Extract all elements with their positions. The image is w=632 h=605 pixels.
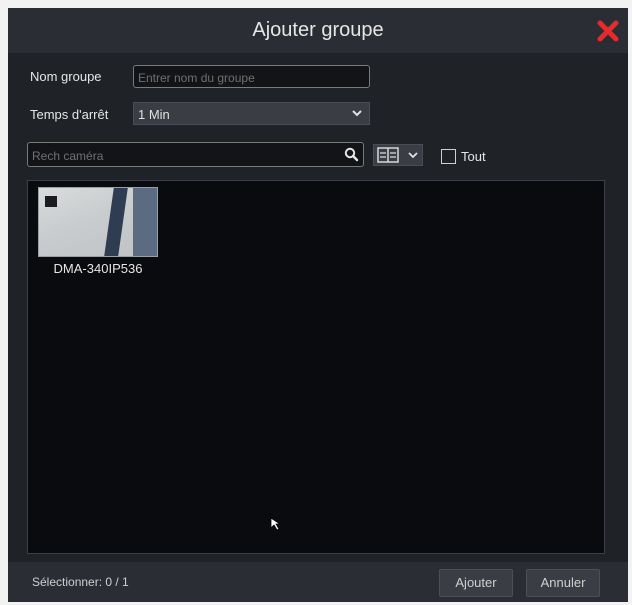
camera-search-placeholder: Rech caméra bbox=[32, 149, 104, 163]
group-name-input[interactable]: Entrer nom du groupe bbox=[133, 65, 370, 88]
camera-thumbnail bbox=[38, 187, 158, 257]
dwell-time-label: Temps d'arrêt bbox=[30, 107, 109, 122]
select-all-label: Tout bbox=[461, 149, 486, 164]
group-name-placeholder: Entrer nom du groupe bbox=[138, 71, 255, 85]
add-group-dialog: Ajouter groupe Nom groupe Entrer nom du … bbox=[8, 8, 628, 602]
chevron-down-icon bbox=[352, 110, 362, 117]
view-toggle-icon bbox=[377, 147, 399, 163]
preview-wall bbox=[133, 188, 157, 256]
camera-tile[interactable]: DMA-340IP536 bbox=[38, 187, 158, 283]
view-mode-dropdown[interactable] bbox=[373, 144, 423, 166]
preview-marker bbox=[45, 196, 57, 207]
selection-count: Sélectionner: 0 / 1 bbox=[32, 575, 129, 589]
search-icon[interactable] bbox=[344, 147, 359, 162]
group-name-label: Nom groupe bbox=[30, 69, 102, 84]
dialog-title: Ajouter groupe bbox=[252, 19, 384, 41]
dwell-time-select[interactable]: 1 Min bbox=[133, 102, 370, 125]
chevron-down-icon bbox=[408, 152, 418, 159]
close-button[interactable] bbox=[594, 17, 622, 45]
dwell-time-value: 1 Min bbox=[138, 107, 170, 122]
camera-grid: DMA-340IP536 bbox=[27, 180, 605, 554]
select-all-checkbox[interactable] bbox=[441, 149, 456, 164]
add-button[interactable]: Ajouter bbox=[439, 569, 513, 597]
dialog-footer: Sélectionner: 0 / 1 Ajouter Annuler bbox=[8, 562, 628, 602]
cancel-button[interactable]: Annuler bbox=[526, 569, 600, 597]
dialog-titlebar: Ajouter groupe bbox=[8, 8, 628, 53]
camera-search-input[interactable]: Rech caméra bbox=[27, 142, 364, 167]
mouse-cursor-icon bbox=[270, 517, 282, 531]
close-icon bbox=[597, 20, 619, 42]
preview-door-frame bbox=[104, 188, 128, 256]
camera-name: DMA-340IP536 bbox=[53, 261, 143, 276]
